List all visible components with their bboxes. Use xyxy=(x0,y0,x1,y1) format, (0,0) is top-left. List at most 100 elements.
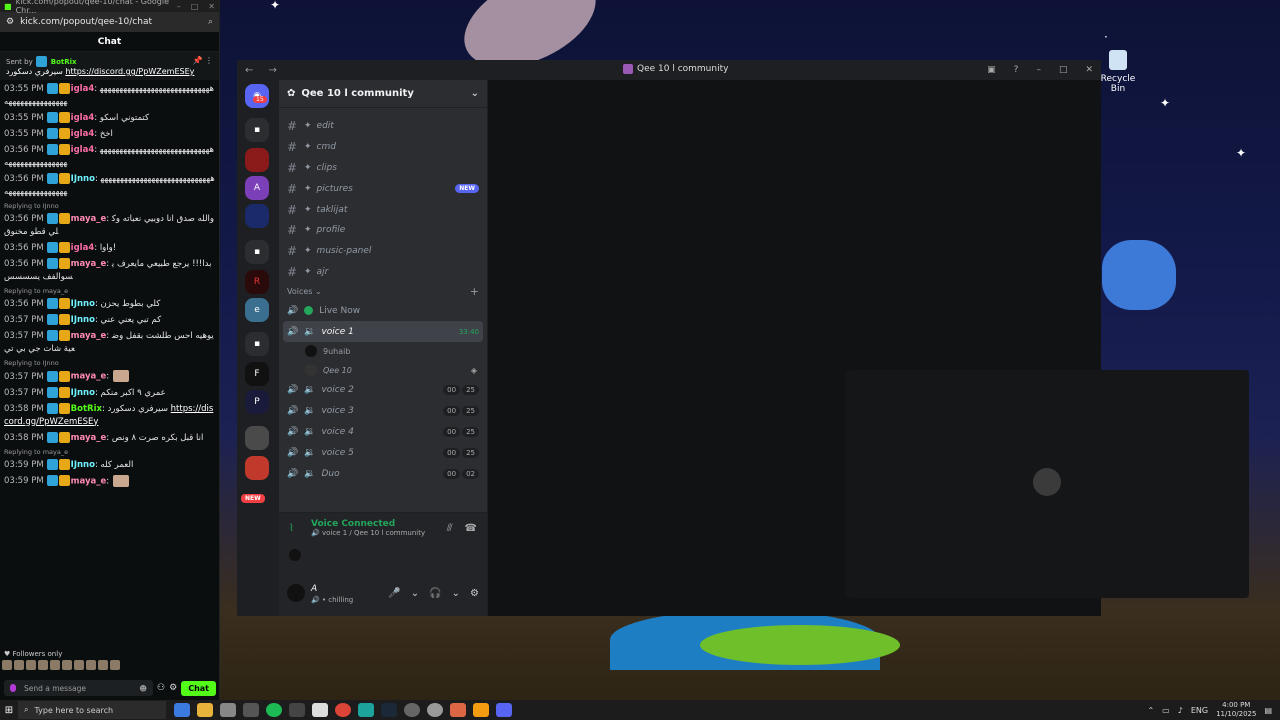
gear-icon[interactable]: ⚙ xyxy=(470,588,479,599)
chat-message[interactable]: 03:57 PM IJnno: عمري ٩ اكبر منكم xyxy=(4,386,215,400)
server-icon[interactable]: R xyxy=(245,270,269,294)
message-username[interactable]: maya_e xyxy=(71,433,107,443)
chat-message[interactable]: 03:56 PM IJnno: كلي بطوط يحزن xyxy=(4,298,215,311)
clock[interactable]: 4:00 PM 11/10/2025 xyxy=(1216,701,1256,719)
close-button[interactable]: ✕ xyxy=(1085,65,1093,75)
server-icon[interactable]: e xyxy=(245,298,269,322)
file-explorer-icon[interactable] xyxy=(197,703,213,717)
emote-icon[interactable] xyxy=(38,660,48,670)
message-input[interactable]: Send a message ☻ xyxy=(4,680,154,696)
steam-icon[interactable] xyxy=(381,703,397,717)
emote-icon[interactable] xyxy=(86,660,96,670)
add-channel-icon[interactable]: + xyxy=(470,285,479,298)
message-username[interactable]: igla4 xyxy=(71,129,95,139)
voice-user[interactable]: 9uhaib xyxy=(279,342,487,361)
chat-message-list[interactable]: 03:55 PM igla4: ههههههههههههههههههههههههه… xyxy=(0,80,219,640)
server-icon[interactable] xyxy=(245,204,269,228)
minimize-button[interactable]: – xyxy=(177,2,181,11)
app-icon[interactable] xyxy=(427,703,443,717)
emote-icon[interactable] xyxy=(14,660,24,670)
app-icon[interactable] xyxy=(473,703,489,717)
voice-channel[interactable]: 🔊 🔉 voice 5 00 25 xyxy=(279,442,487,463)
voice-channel[interactable]: 🔊 🔉 voice 2 00 25 xyxy=(279,380,487,401)
emote-icon[interactable] xyxy=(74,660,84,670)
chat-message[interactable]: 03:56 PM maya_e: والله صدق انا دوبيي نعبا… xyxy=(4,213,215,239)
settings-icon[interactable]: ⚙ xyxy=(169,683,177,693)
search-icon[interactable]: ⌕ xyxy=(208,17,213,27)
close-button[interactable]: ✕ xyxy=(208,2,215,11)
spotify-icon[interactable] xyxy=(266,703,282,717)
message-username[interactable]: IJnno xyxy=(71,299,95,309)
server-icon[interactable]: A xyxy=(245,176,269,200)
address-bar[interactable]: ⚙ kick.com/popout/qee-10/chat ⌕ xyxy=(0,12,219,32)
text-channel[interactable]: # ✦ music-panel xyxy=(279,241,487,262)
new-servers-pill[interactable]: NEW xyxy=(241,494,265,503)
voices-category[interactable]: Voices ⌄ + xyxy=(279,282,487,300)
message-username[interactable]: BotRix xyxy=(71,404,102,414)
back-forward-icon[interactable]: ← → xyxy=(245,65,283,76)
message-username[interactable]: igla4 xyxy=(71,113,95,123)
disconnect-icon[interactable]: ☎ xyxy=(465,523,477,534)
volume-icon[interactable]: ♪ xyxy=(1178,706,1183,715)
chrome-icon[interactable] xyxy=(335,703,351,717)
tray-icon[interactable]: ⌃ xyxy=(1147,706,1154,715)
reply-indicator[interactable]: Replying to IJnno xyxy=(4,202,215,210)
text-channel[interactable]: # ✦ pictures NEW xyxy=(279,178,487,199)
app-icon[interactable] xyxy=(450,703,466,717)
chat-message[interactable]: 03:56 PM IJnno: ههههههههههههههههههههههههه… xyxy=(4,173,215,199)
language-indicator[interactable]: ENG xyxy=(1191,706,1208,715)
emote-icon[interactable] xyxy=(62,660,72,670)
text-channel[interactable]: # ✦ taklijat xyxy=(279,199,487,220)
notifications-icon[interactable]: ▤ xyxy=(1264,706,1272,715)
message-username[interactable]: igla4 xyxy=(71,145,95,155)
users-icon[interactable]: ⚇ xyxy=(157,683,165,693)
windows-start-icon[interactable]: ⊞ xyxy=(0,705,18,716)
emoji-icon[interactable]: ☻ xyxy=(139,684,147,693)
chat-message[interactable]: 03:56 PM maya_e: بدا!!! يرجع طبيعي مايعرف… xyxy=(4,258,215,284)
app-icon[interactable] xyxy=(404,703,420,717)
chat-message[interactable]: 03:55 PM igla4: كتمتوني اسكو xyxy=(4,112,215,125)
server-icon[interactable] xyxy=(245,456,269,480)
chevron-down-icon[interactable]: ⌄ xyxy=(411,588,419,599)
server-header[interactable]: ✿ Qee 10 l community ⌄ xyxy=(279,80,487,108)
maximize-button[interactable]: □ xyxy=(191,2,199,11)
server-icon[interactable]: F xyxy=(245,362,269,386)
live-now-channel[interactable]: 🔊 Live Now xyxy=(279,300,487,321)
chat-message[interactable]: 03:55 PM igla4: اخخ xyxy=(4,128,215,141)
text-channel[interactable]: # ✦ edit xyxy=(279,116,487,137)
chevron-down-icon[interactable]: ⌄ xyxy=(452,588,460,599)
text-channel[interactable]: # ✦ clips xyxy=(279,158,487,179)
help-icon[interactable]: ? xyxy=(1014,65,1019,75)
message-username[interactable]: IJnno xyxy=(71,388,95,398)
server-icon[interactable]: P xyxy=(245,390,269,414)
avatar[interactable] xyxy=(287,584,305,602)
voice-channel[interactable]: 🔊 🔉 Duo 00 02 xyxy=(279,463,487,484)
emote-icon[interactable] xyxy=(110,660,120,670)
inbox-icon[interactable]: ▣ xyxy=(987,65,996,75)
chat-message[interactable]: 03:57 PM IJnno: كم تبي يعني عني xyxy=(4,314,215,327)
message-username[interactable]: maya_e xyxy=(71,476,107,486)
discord-icon[interactable] xyxy=(496,703,512,717)
message-username[interactable]: maya_e xyxy=(71,259,107,269)
signal-icon[interactable]: ⌇ xyxy=(289,523,294,534)
text-channel[interactable]: # ✦ cmd xyxy=(279,137,487,158)
emote-icon[interactable] xyxy=(2,660,12,670)
message-username[interactable]: igla4 xyxy=(71,84,95,94)
headphones-icon[interactable]: 🎧 xyxy=(429,588,441,599)
voice-user[interactable]: Qee 10 ◈ xyxy=(279,361,487,380)
message-username[interactable]: maya_e xyxy=(71,372,107,382)
folder-icon[interactable]: ▪ xyxy=(245,240,269,264)
server-icon[interactable] xyxy=(245,426,269,450)
message-username[interactable]: maya_e xyxy=(71,331,107,341)
chat-message[interactable]: 03:56 PM igla4: واوا! xyxy=(4,242,215,255)
minimize-button[interactable]: – xyxy=(1036,65,1041,75)
chat-message[interactable]: 03:59 PM maya_e: xyxy=(4,474,215,489)
app-icon[interactable] xyxy=(243,703,259,717)
chat-message[interactable]: 03:55 PM igla4: ههههههههههههههههههههههههه… xyxy=(4,83,215,109)
taskbar-search[interactable]: ⌕ Type here to search xyxy=(18,701,166,719)
microphone-icon[interactable]: 🎤 xyxy=(388,588,400,599)
message-username[interactable]: igla4 xyxy=(71,243,95,253)
voice-channel-active[interactable]: 🔊 🔉 voice 1 33:40 xyxy=(283,321,483,342)
emote-icon[interactable] xyxy=(26,660,36,670)
chat-message[interactable]: 03:56 PM igla4: ههههههههههههههههههههههههه… xyxy=(4,144,215,170)
